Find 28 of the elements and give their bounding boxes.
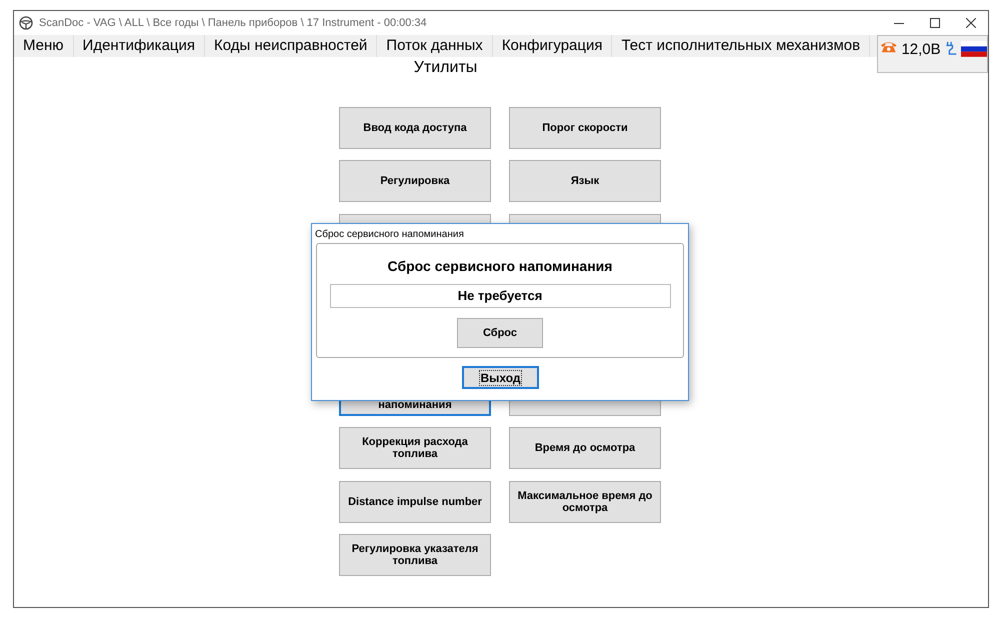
utility-button[interactable]: Регулировка xyxy=(339,160,491,202)
close-icon[interactable] xyxy=(966,18,976,28)
utility-button[interactable]: Время до осмотра xyxy=(509,427,661,470)
utility-button[interactable]: Ввод кода доступа xyxy=(339,107,491,149)
utility-button[interactable]: Регулировка указателя топлива xyxy=(339,534,491,576)
menu-item[interactable]: Поток данных xyxy=(377,35,493,57)
utility-button[interactable]: Язык xyxy=(509,160,661,202)
reset-button[interactable]: Сброс xyxy=(457,318,543,348)
steering-wheel-icon xyxy=(19,16,33,30)
menu-item[interactable]: Меню xyxy=(14,35,74,57)
utility-button[interactable]: Distance impulse number xyxy=(339,480,491,523)
telephone-icon xyxy=(880,40,898,54)
dialog-title: Сброс сервисного напоминания xyxy=(314,228,465,242)
status-field: Не требуется xyxy=(330,284,670,308)
menu-item[interactable]: Коды неисправностей xyxy=(205,35,378,57)
maximize-icon[interactable] xyxy=(930,18,940,28)
window-title: ScanDoc - VAG \ ALL \ Все годы \ Панель приборов \ 17 Instrument - 00:00:34 xyxy=(39,17,428,29)
voltage-reading: 12,0В xyxy=(901,41,941,58)
dialog-heading: Сброс сервисного напоминания xyxy=(388,258,612,274)
utility-button[interactable]: Коррекция расхода топлива xyxy=(339,427,491,470)
utility-button[interactable]: Максимальное время до осмотра xyxy=(509,480,661,523)
utility-button[interactable]: Порог скорости xyxy=(509,107,661,149)
menu-item[interactable]: Идентификация xyxy=(74,35,206,57)
page-title: Утилиты xyxy=(412,58,478,77)
menu-item[interactable]: Конфигурация xyxy=(492,35,612,57)
menu-item[interactable]: Тест исполнительных механизмов xyxy=(612,35,870,57)
plug-icon xyxy=(944,40,957,56)
exit-button[interactable]: Выход xyxy=(462,366,539,389)
